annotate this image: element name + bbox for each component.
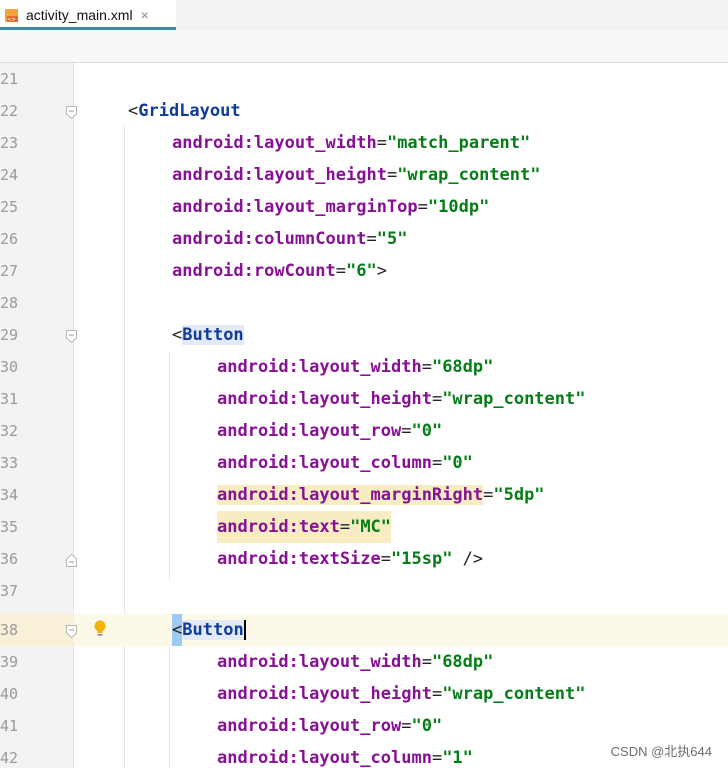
svg-text:<>: <> <box>7 17 15 23</box>
code-line: 21 <box>0 63 728 95</box>
fold-open-icon[interactable] <box>66 623 77 639</box>
tab-close-icon[interactable]: × <box>141 7 149 23</box>
code-line: 41 android:layout_row="0" <box>0 710 728 742</box>
current-code-line: 38 <Button <box>0 614 728 646</box>
attribute-line: android:layout_row="0" <box>217 421 443 441</box>
code-line: 24 android:layout_height="wrap_content" <box>0 159 728 191</box>
button-open-tag: <Button <box>172 325 244 345</box>
line-number: 29 <box>0 326 19 344</box>
code-line: 29 <Button <box>0 319 728 351</box>
editor-tab-bar: <> activity_main.xml × <box>0 0 728 30</box>
code-line: 40 android:layout_height="wrap_content" <box>0 678 728 710</box>
code-line: 26 android:columnCount="5" <box>0 223 728 255</box>
code-line: 37 <box>0 575 728 607</box>
watermark: CSDN @北执644 <box>608 741 714 760</box>
attribute-line: android:layout_height="wrap_content" <box>172 165 541 185</box>
code-line: 31 android:layout_height="wrap_content" <box>0 383 728 415</box>
tab-activity-main[interactable]: <> activity_main.xml × <box>0 0 176 30</box>
button-open-tag: <Button <box>172 614 246 646</box>
attribute-line: android:layout_marginRight="5dp" <box>217 485 545 505</box>
code-line: 34 android:layout_marginRight="5dp" <box>0 479 728 511</box>
line-number: 21 <box>0 70 19 88</box>
code-line: 30 android:layout_width="68dp" <box>0 351 728 383</box>
attribute-line: android:layout_row="0" <box>217 716 443 736</box>
code-line: 32 android:layout_row="0" <box>0 415 728 447</box>
code-line: 23 android:layout_width="match_parent" <box>0 127 728 159</box>
fold-close-icon[interactable] <box>66 552 77 567</box>
gridlayout-open-tag: <GridLayout <box>128 101 241 121</box>
line-number: 38 <box>0 621 19 639</box>
code-line: 25 android:layout_marginTop="10dp" <box>0 191 728 223</box>
attribute-line: android:columnCount="5" <box>172 229 408 249</box>
line-number: 41 <box>0 717 19 735</box>
matched-bracket: < <box>172 614 183 646</box>
attribute-line: android:layout_marginTop="10dp" <box>172 197 490 217</box>
line-number: 39 <box>0 653 19 671</box>
line-number: 32 <box>0 422 19 440</box>
code-line: 35 android:text="MC" <box>0 511 728 543</box>
line-number: 31 <box>0 390 19 408</box>
attribute-line: android:layout_height="wrap_content" <box>217 684 586 704</box>
attribute-line: android:layout_column="1" <box>217 748 473 768</box>
line-number: 26 <box>0 230 19 248</box>
attribute-line: android:layout_height="wrap_content" <box>217 389 586 409</box>
fold-open-icon[interactable] <box>66 328 77 344</box>
code-line: 27 android:rowCount="6"> <box>0 255 728 287</box>
editor-breadcrumb-strip <box>0 30 728 63</box>
code-editor[interactable]: 21 22 <GridLayout 23 android:layout_widt… <box>0 63 728 768</box>
line-number: 27 <box>0 262 19 280</box>
tab-label: activity_main.xml <box>26 7 133 23</box>
attribute-line: android:layout_column="0" <box>217 453 473 473</box>
line-number: 23 <box>0 134 19 152</box>
attribute-line: android:rowCount="6"> <box>172 261 387 281</box>
line-number: 40 <box>0 685 19 703</box>
line-number: 37 <box>0 582 19 600</box>
attribute-line: android:layout_width="68dp" <box>217 357 494 377</box>
code-line: 33 android:layout_column="0" <box>0 447 728 479</box>
line-number: 30 <box>0 358 19 376</box>
line-number: 28 <box>0 294 19 312</box>
line-number: 33 <box>0 454 19 472</box>
attribute-line: android:text="MC" <box>217 511 392 543</box>
line-number: 22 <box>0 102 19 120</box>
text-caret <box>243 620 246 640</box>
line-number: 35 <box>0 518 19 536</box>
line-number: 24 <box>0 166 19 184</box>
line-number: 34 <box>0 486 19 504</box>
code-line: 22 <GridLayout <box>0 95 728 127</box>
code-line: 28 <box>0 287 728 319</box>
line-number: 42 <box>0 749 19 767</box>
xml-file-icon: <> <box>4 8 19 23</box>
attribute-line: android:textSize="15sp" /> <box>217 549 484 569</box>
fold-open-icon[interactable] <box>66 104 77 120</box>
line-number: 25 <box>0 198 19 216</box>
code-line: 39 android:layout_width="68dp" <box>0 646 728 678</box>
attribute-line: android:layout_width="match_parent" <box>172 133 531 153</box>
attribute-line: android:layout_width="68dp" <box>217 652 494 672</box>
code-line: 36 android:textSize="15sp" /> <box>0 543 728 575</box>
lightbulb-icon[interactable] <box>92 619 108 639</box>
line-number: 36 <box>0 550 19 568</box>
